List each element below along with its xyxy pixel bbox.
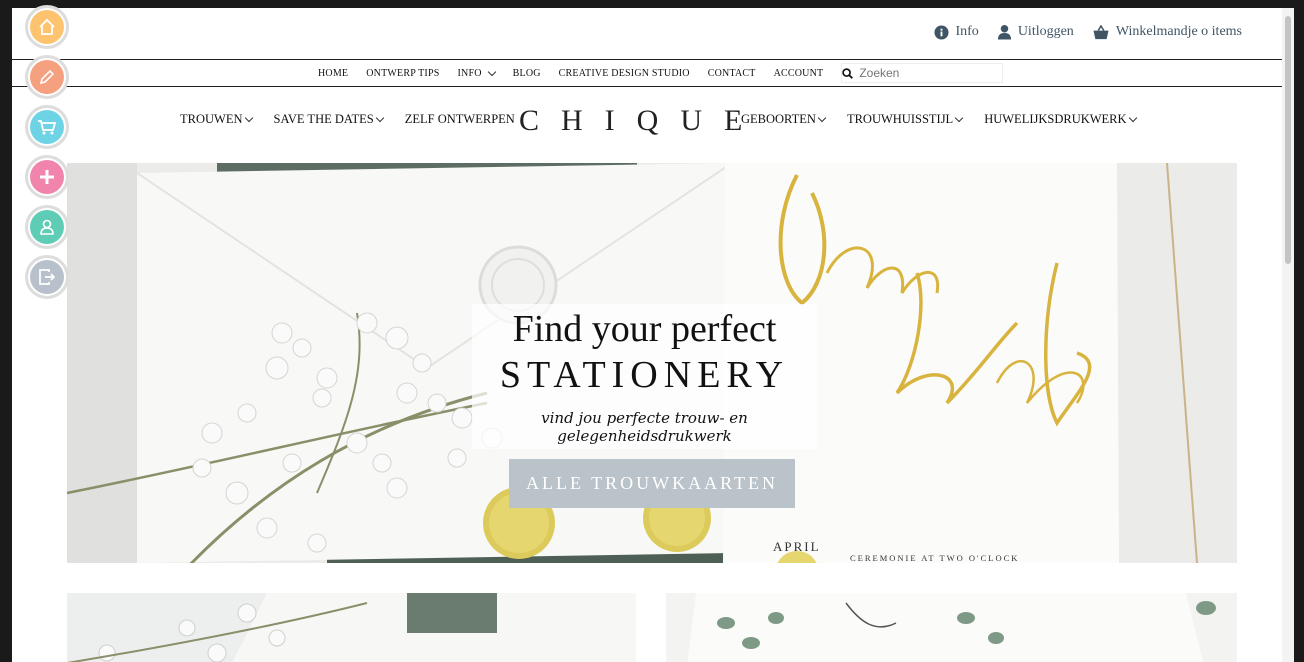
search-icon[interactable] [842,67,854,79]
sidebar-logout-button[interactable] [28,258,66,296]
basket-icon [1093,24,1109,39]
info-icon [934,24,950,40]
nav-info-label: INFO [457,67,482,79]
nav-save-the-dates-label: SAVE THE DATES [273,112,374,126]
sidebar-add-button[interactable] [28,158,66,196]
basket-link[interactable]: Winkelmandje o items [1092,24,1242,40]
nav-geboorten-label: GEBOORTEN [741,112,816,126]
basket-link-label: Winkelmandje o items [1115,24,1242,39]
chevron-down-icon [817,113,827,123]
card-month-text: APRIL [773,539,821,554]
page-scrollbar[interactable] [1282,8,1294,662]
product-card-1-photo [67,593,636,662]
user-icon [40,219,54,235]
chevron-down-icon [954,113,964,123]
sidebar-home-button[interactable] [28,8,66,46]
sidebar-account-button[interactable] [28,208,66,246]
chevron-down-icon [1128,113,1137,123]
nav-contact-label: CONTACT [707,67,756,79]
pencil-icon [39,69,55,85]
nav-creative-design-studio[interactable]: CREATIVE DESIGN STUDIO [559,68,690,79]
sidebar-cart-button[interactable] [28,108,66,146]
nav-trouwhuisstijl[interactable]: TROUWHUISSTIJL [846,112,964,127]
nav-save-the-dates[interactable]: SAVE THE DATES [273,112,384,127]
scrollbar-thumb[interactable] [1285,16,1291,264]
nav-account[interactable]: ACCOUNT [774,68,824,79]
nav-geboorten[interactable]: GEBOORTEN [741,112,827,127]
nav-ontwerp-tips-label: ONTWERP TIPS [366,67,440,79]
search-box [841,63,1004,83]
nav-ontwerp-tips[interactable]: ONTWERP TIPS [366,68,439,79]
main-nav: TROUWEN SAVE THE DATES ZELF ONTWERPEN CH… [12,88,1282,154]
user-icon [997,24,1011,40]
all-wedding-cards-button[interactable]: ALLE TROUWKAARTEN [509,459,795,508]
secondary-nav: HOME ONTWERP TIPS INFO BLOG CREATIVE DES… [12,60,1282,87]
chevron-down-icon [375,113,384,123]
nav-blog-label: BLOG [512,67,541,79]
nav-creative-design-studio-label: CREATIVE DESIGN STUDIO [558,67,690,79]
hero-banner: APRIL CEREMONIE AT TWO O'CLOCK Find your… [67,163,1237,563]
hero-subtitle: vind jou perfecte trouw- en gelegenheids… [541,409,748,445]
nav-blog[interactable]: BLOG [513,68,541,79]
plus-icon [40,170,54,184]
browser-viewport: Info Uitloggen Winkelmandje o items HOME… [12,8,1294,662]
hero-title-line1: Find your perfect [512,308,777,350]
home-icon [39,18,55,35]
nav-trouwhuisstijl-label: TROUWHUISSTIJL [846,112,954,126]
cart-icon [38,120,57,135]
search-input[interactable] [859,66,990,80]
info-link-label: Info [955,24,979,39]
nav-huwelijksdrukwerk-label: HUWELIJKSDRUKWERK [984,112,1127,126]
logout-link-label: Uitloggen [1017,24,1074,39]
nav-zelf-ontwerpen[interactable]: ZELF ONTWERPEN [405,112,515,127]
site-logo[interactable]: CHIQUE [519,104,764,138]
nav-trouwen-label: TROUWEN [180,112,243,126]
nav-account-label: ACCOUNT [773,67,824,79]
hero-title-line2: STATIONERY [499,354,790,396]
product-card-1[interactable] [67,593,636,662]
top-links: Info Uitloggen Winkelmandje o items [934,24,1242,40]
nav-huwelijksdrukwerk[interactable]: HUWELIJKSDRUKWERK [984,112,1137,127]
nav-home[interactable]: HOME [318,68,348,79]
sidebar-edit-button[interactable] [28,58,66,96]
nav-info[interactable]: INFO [457,67,496,79]
product-card-2-photo [666,593,1237,662]
card-ceremony-text: CEREMONIE AT TWO O'CLOCK [850,553,1019,563]
nav-contact[interactable]: CONTACT [708,68,756,79]
logout-link[interactable]: Uitloggen [997,24,1074,40]
logout-icon [39,269,56,285]
info-link[interactable]: Info [934,24,979,40]
top-utility-bar: Info Uitloggen Winkelmandje o items [12,8,1282,60]
chevron-down-icon [487,67,496,76]
chevron-down-icon [244,113,253,123]
nav-trouwen[interactable]: TROUWEN [180,112,253,127]
product-card-2[interactable] [666,593,1237,662]
nav-zelf-ontwerpen-label: ZELF ONTWERPEN [404,112,515,126]
nav-home-label: HOME [318,67,349,79]
